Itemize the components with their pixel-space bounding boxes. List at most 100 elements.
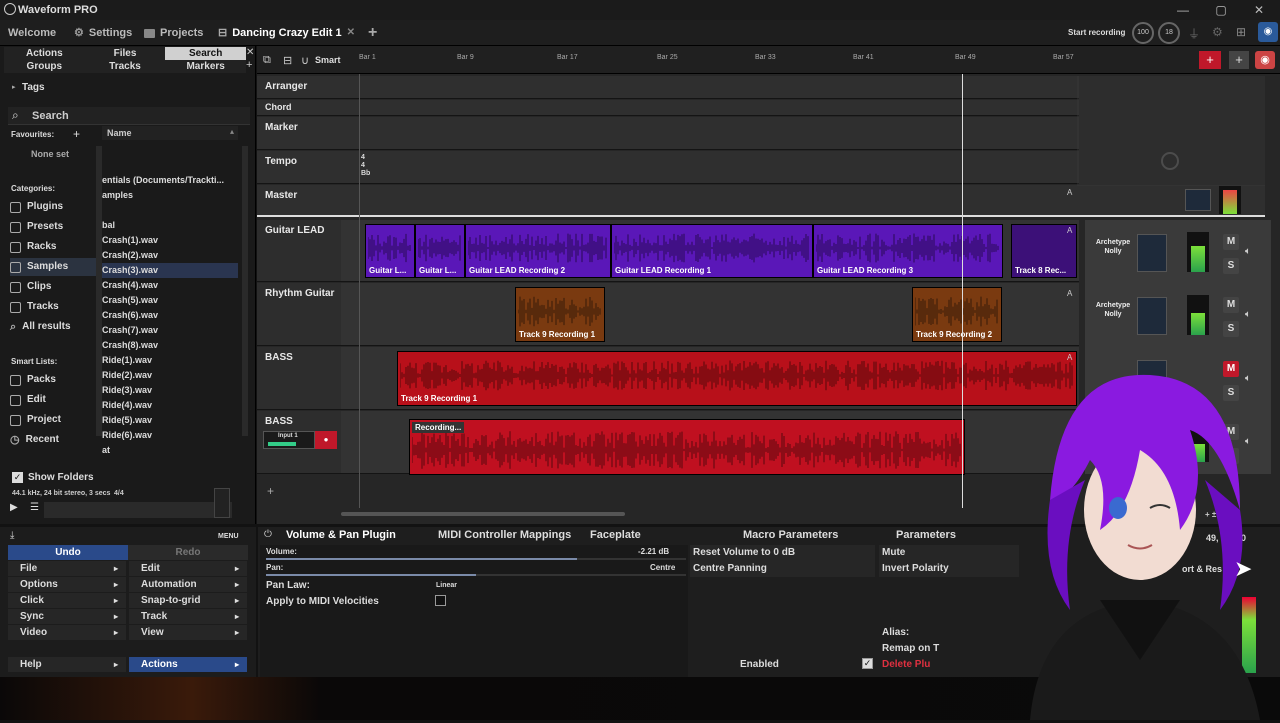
clip[interactable]: Track 9 Recording 1 — [397, 351, 1077, 406]
smart-list-packs[interactable]: Packs — [10, 371, 96, 389]
tempo-dial[interactable]: 100 — [1132, 22, 1154, 44]
master-plugin[interactable] — [1185, 189, 1211, 211]
category-racks[interactable]: Racks — [10, 238, 96, 256]
tab-settings[interactable]: ⚙ Settings — [74, 20, 132, 46]
menu-item-view[interactable]: View ▸ — [129, 625, 247, 640]
save-icon[interactable]: ⊟ — [283, 54, 292, 67]
delete-plugin-button[interactable]: Delete Plu — [882, 659, 930, 670]
automation-button[interactable]: A — [1067, 188, 1072, 197]
volume-slider[interactable] — [266, 558, 686, 560]
smart-list-project[interactable]: Project — [10, 411, 96, 429]
sort-icon[interactable]: ▴ — [230, 127, 234, 136]
list-item[interactable]: at — [102, 443, 238, 458]
tab-groups[interactable]: Groups — [4, 60, 85, 73]
add-button[interactable]: + — [1229, 51, 1249, 69]
smart-label[interactable]: Smart — [315, 55, 341, 65]
close-icon[interactable]: ✕ — [1246, 0, 1272, 20]
clip[interactable]: Guitar L... — [415, 224, 465, 278]
maximize-icon[interactable]: ▢ — [1208, 0, 1234, 20]
chord-track[interactable]: Chord — [257, 100, 1079, 116]
list-item[interactable]: Crash(3).wav — [102, 263, 238, 278]
menu-item-track[interactable]: Track ▸ — [129, 609, 247, 624]
close-tab-icon[interactable]: ✕ — [347, 20, 355, 46]
pan-law-select[interactable]: Linear — [436, 582, 457, 589]
list-item[interactable]: Ride(4).wav — [102, 398, 238, 413]
menu-item-options[interactable]: Options ▸ — [8, 577, 126, 592]
track-header[interactable]: Guitar LEAD — [257, 220, 341, 282]
solo-button[interactable]: S — [1223, 258, 1239, 274]
tags-label[interactable]: Tags — [22, 82, 45, 93]
add-track-button[interactable]: + — [1199, 51, 1221, 69]
minimize-icon[interactable]: — — [1170, 0, 1196, 20]
centre-panning-button[interactable]: Centre Panning — [690, 561, 875, 577]
list-item[interactable]: amples — [102, 188, 238, 203]
mute-button[interactable]: M — [1223, 234, 1239, 250]
tab-markers[interactable]: Markers — [165, 60, 246, 73]
add-favourite-icon[interactable]: + — [73, 127, 80, 141]
input-selector[interactable]: Input 1 — [263, 431, 315, 449]
menu-item-snap-to-grid[interactable]: Snap-to-grid ▸ — [129, 593, 247, 608]
speaker-icon[interactable]: 🔈︎ — [1245, 309, 1251, 320]
play-icon[interactable]: ▶ — [10, 502, 18, 513]
tab-parameters[interactable]: Parameters — [896, 527, 956, 543]
list-item[interactable]: Crash(4).wav — [102, 278, 238, 293]
list-item[interactable]: Ride(3).wav — [102, 383, 238, 398]
waveform-preview[interactable] — [44, 502, 232, 518]
playhead[interactable] — [962, 74, 963, 508]
tab-volume-pan[interactable]: Volume & Pan Plugin — [286, 527, 396, 543]
user-icon[interactable]: ◉ — [1255, 51, 1275, 69]
mute-button[interactable]: M — [1223, 297, 1239, 313]
tab-files[interactable]: Files — [84, 47, 166, 60]
list-scrollbar[interactable] — [242, 146, 248, 436]
search-input[interactable]: ⌕ Search — [8, 107, 250, 125]
add-tab-icon[interactable]: + — [368, 20, 377, 46]
menu-item-edit[interactable]: Edit ▸ — [129, 561, 247, 576]
download-icon[interactable]: ⤓ — [10, 530, 14, 541]
plug-icon[interactable]: ⏚ — [1188, 25, 1200, 42]
menu-item-automation[interactable]: Automation ▸ — [129, 577, 247, 592]
list-item[interactable]: bal — [102, 218, 238, 233]
clip[interactable]: Guitar LEAD Recording 1 — [611, 224, 813, 278]
preview-volume[interactable] — [214, 488, 230, 518]
midi-icon[interactable]: ⊞ — [1236, 25, 1246, 39]
speaker-icon[interactable]: 🔈︎ — [1245, 246, 1251, 257]
automation-button[interactable]: A — [1067, 289, 1072, 298]
track-header[interactable]: BASS Input 1 ● — [257, 411, 341, 474]
reset-volume-button[interactable]: Reset Volume to 0 dB — [690, 545, 875, 561]
record-arm-button[interactable]: ● — [315, 431, 337, 449]
tempo-track[interactable]: Tempo — [257, 151, 1079, 184]
menu-item-file[interactable]: File ▸ — [8, 561, 126, 576]
show-folders-checkbox[interactable]: ✓ — [12, 472, 23, 483]
plugin-thumbnail[interactable] — [1137, 234, 1167, 272]
magnet-icon[interactable]: ∪ — [301, 54, 309, 67]
menu-item-click[interactable]: Click ▸ — [8, 593, 126, 608]
settings-icon[interactable]: ⚙ — [1212, 25, 1223, 39]
automation-button[interactable]: A — [1067, 226, 1072, 235]
clip[interactable]: Guitar L... — [365, 224, 415, 278]
track-lane[interactable]: Recording... — [341, 411, 1079, 475]
list-item[interactable]: Crash(6).wav — [102, 308, 238, 323]
category-plugins[interactable]: Plugins — [10, 198, 96, 216]
tab-tracks[interactable]: Tracks — [84, 60, 166, 73]
list-item[interactable]: Ride(1).wav — [102, 353, 238, 368]
list-item[interactable]: Crash(2).wav — [102, 248, 238, 263]
expand-icon[interactable]: ▸ — [12, 83, 16, 91]
list-icon[interactable]: ☰ — [30, 502, 39, 513]
window-icon[interactable]: ⧉ — [263, 54, 271, 67]
close-browser-icon[interactable]: ✕ — [246, 47, 254, 58]
menu-item-help[interactable]: Help ▸ — [8, 657, 126, 672]
list-item[interactable]: Ride(6).wav — [102, 428, 238, 443]
horizontal-scrollbar[interactable] — [341, 512, 625, 516]
plugin-slot[interactable]: Archetype Nolly — [1091, 301, 1135, 331]
pan-slider[interactable] — [266, 574, 686, 576]
track-lane[interactable]: Track 9 Recording 1 — [341, 347, 1079, 410]
tab-edit[interactable]: ⊟ Dancing Crazy Edit 1 ✕ — [218, 20, 355, 46]
undo-button[interactable]: Undo — [8, 545, 128, 560]
menu-item-sync[interactable]: Sync ▸ — [8, 609, 126, 624]
menu-label[interactable]: MENU — [218, 533, 239, 540]
marker-track[interactable]: Marker — [257, 117, 1079, 150]
list-item[interactable]: Crash(7).wav — [102, 323, 238, 338]
tab-faceplate[interactable]: Faceplate — [590, 527, 641, 543]
ruler[interactable]: ⧉ ⊟ ∪ Smart Bar 1 Bar 9 Bar 17 Bar 25 Ba… — [257, 46, 1280, 74]
apply-midi-checkbox[interactable] — [435, 595, 446, 606]
